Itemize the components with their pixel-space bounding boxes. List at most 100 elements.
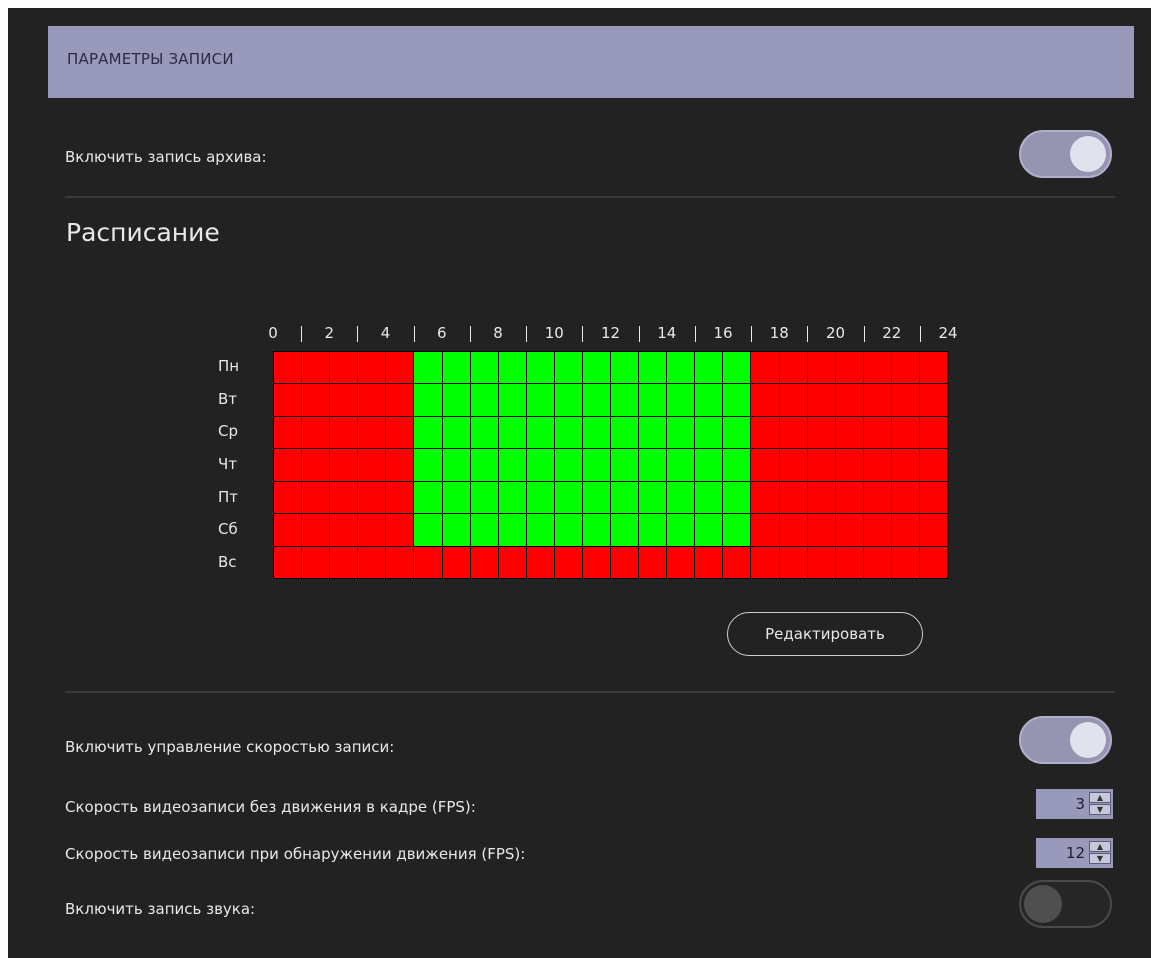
schedule-cell[interactable] bbox=[582, 384, 610, 416]
schedule-cell[interactable] bbox=[274, 514, 302, 546]
schedule-cell[interactable] bbox=[302, 514, 330, 546]
schedule-cell[interactable] bbox=[330, 449, 358, 481]
schedule-cell[interactable] bbox=[835, 384, 863, 416]
schedule-cell[interactable] bbox=[274, 384, 302, 416]
schedule-cell[interactable] bbox=[470, 384, 498, 416]
schedule-cell[interactable] bbox=[442, 384, 470, 416]
schedule-cell[interactable] bbox=[470, 514, 498, 546]
schedule-cell[interactable] bbox=[358, 481, 386, 514]
schedule-cell[interactable] bbox=[639, 416, 667, 449]
schedule-cell[interactable] bbox=[667, 514, 695, 546]
schedule-cell[interactable] bbox=[807, 449, 835, 481]
schedule-cell[interactable] bbox=[863, 384, 891, 416]
schedule-cell[interactable] bbox=[667, 449, 695, 481]
schedule-cell[interactable] bbox=[695, 514, 723, 546]
schedule-cell[interactable] bbox=[611, 481, 639, 514]
schedule-cell[interactable] bbox=[695, 449, 723, 481]
schedule-cell[interactable] bbox=[779, 481, 807, 514]
schedule-cell[interactable] bbox=[302, 546, 330, 578]
schedule-cell[interactable] bbox=[498, 449, 526, 481]
schedule-cell[interactable] bbox=[414, 546, 442, 578]
schedule-cell[interactable] bbox=[386, 481, 414, 514]
schedule-cell[interactable] bbox=[442, 546, 470, 578]
schedule-cell[interactable] bbox=[358, 514, 386, 546]
schedule-cell[interactable] bbox=[779, 352, 807, 384]
schedule-cell[interactable] bbox=[330, 416, 358, 449]
schedule-cell[interactable] bbox=[554, 416, 582, 449]
schedule-cell[interactable] bbox=[498, 352, 526, 384]
schedule-cell[interactable] bbox=[442, 449, 470, 481]
schedule-cell[interactable] bbox=[807, 514, 835, 546]
schedule-cell[interactable] bbox=[582, 352, 610, 384]
schedule-cell[interactable] bbox=[330, 514, 358, 546]
schedule-cell[interactable] bbox=[358, 449, 386, 481]
schedule-cell[interactable] bbox=[863, 352, 891, 384]
schedule-cell[interactable] bbox=[863, 481, 891, 514]
spin-up-icon[interactable]: ▲ bbox=[1089, 841, 1111, 852]
schedule-cell[interactable] bbox=[835, 546, 863, 578]
schedule-cell[interactable] bbox=[863, 514, 891, 546]
schedule-cell[interactable] bbox=[582, 416, 610, 449]
schedule-cell[interactable] bbox=[779, 416, 807, 449]
schedule-cell[interactable] bbox=[330, 481, 358, 514]
schedule-cell[interactable] bbox=[779, 514, 807, 546]
schedule-cell[interactable] bbox=[470, 546, 498, 578]
schedule-grid[interactable] bbox=[273, 351, 948, 579]
schedule-cell[interactable] bbox=[386, 416, 414, 449]
schedule-cell[interactable] bbox=[526, 416, 554, 449]
schedule-cell[interactable] bbox=[611, 384, 639, 416]
schedule-cell[interactable] bbox=[611, 514, 639, 546]
schedule-cell[interactable] bbox=[442, 352, 470, 384]
schedule-cell[interactable] bbox=[414, 384, 442, 416]
schedule-cell[interactable] bbox=[835, 449, 863, 481]
schedule-cell[interactable] bbox=[751, 449, 779, 481]
schedule-cell[interactable] bbox=[386, 352, 414, 384]
spin-down-icon[interactable]: ▼ bbox=[1089, 853, 1111, 864]
schedule-cell[interactable] bbox=[498, 384, 526, 416]
schedule-cell[interactable] bbox=[807, 384, 835, 416]
schedule-cell[interactable] bbox=[414, 481, 442, 514]
schedule-cell[interactable] bbox=[611, 416, 639, 449]
schedule-cell[interactable] bbox=[919, 352, 947, 384]
schedule-cell[interactable] bbox=[611, 352, 639, 384]
speed-control-toggle[interactable] bbox=[1019, 716, 1112, 764]
spin-down-icon[interactable]: ▼ bbox=[1089, 804, 1111, 815]
schedule-cell[interactable] bbox=[751, 514, 779, 546]
schedule-cell[interactable] bbox=[582, 546, 610, 578]
schedule-cell[interactable] bbox=[919, 481, 947, 514]
schedule-cell[interactable] bbox=[667, 352, 695, 384]
schedule-cell[interactable] bbox=[667, 384, 695, 416]
schedule-cell[interactable] bbox=[891, 352, 919, 384]
audio-recording-toggle[interactable] bbox=[1019, 880, 1112, 928]
schedule-cell[interactable] bbox=[695, 384, 723, 416]
schedule-cell[interactable] bbox=[751, 352, 779, 384]
schedule-cell[interactable] bbox=[414, 352, 442, 384]
schedule-cell[interactable] bbox=[751, 481, 779, 514]
schedule-cell[interactable] bbox=[358, 416, 386, 449]
schedule-cell[interactable] bbox=[723, 514, 751, 546]
schedule-cell[interactable] bbox=[274, 481, 302, 514]
schedule-cell[interactable] bbox=[751, 416, 779, 449]
schedule-cell[interactable] bbox=[358, 352, 386, 384]
schedule-cell[interactable] bbox=[695, 352, 723, 384]
schedule-cell[interactable] bbox=[498, 416, 526, 449]
schedule-cell[interactable] bbox=[302, 481, 330, 514]
schedule-cell[interactable] bbox=[274, 352, 302, 384]
schedule-cell[interactable] bbox=[526, 514, 554, 546]
schedule-cell[interactable] bbox=[639, 481, 667, 514]
schedule-cell[interactable] bbox=[723, 352, 751, 384]
schedule-cell[interactable] bbox=[639, 384, 667, 416]
schedule-cell[interactable] bbox=[779, 449, 807, 481]
schedule-cell[interactable] bbox=[498, 514, 526, 546]
schedule-cell[interactable] bbox=[554, 481, 582, 514]
schedule-cell[interactable] bbox=[751, 384, 779, 416]
schedule-cell[interactable] bbox=[863, 546, 891, 578]
schedule-cell[interactable] bbox=[723, 449, 751, 481]
schedule-cell[interactable] bbox=[611, 449, 639, 481]
schedule-cell[interactable] bbox=[470, 416, 498, 449]
schedule-cell[interactable] bbox=[274, 416, 302, 449]
schedule-cell[interactable] bbox=[498, 546, 526, 578]
schedule-cell[interactable] bbox=[470, 352, 498, 384]
schedule-cell[interactable] bbox=[863, 416, 891, 449]
schedule-cell[interactable] bbox=[526, 546, 554, 578]
